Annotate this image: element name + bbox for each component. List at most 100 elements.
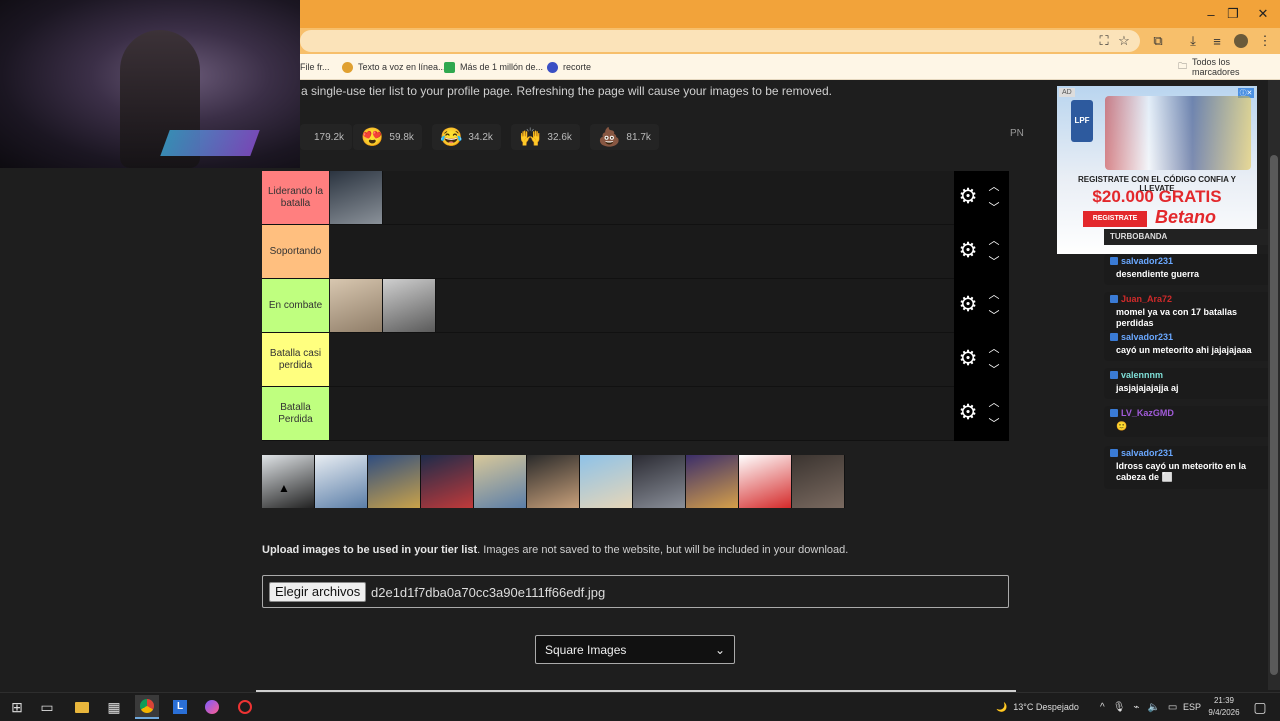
tier-label[interactable]: Batalla Perdida: [262, 387, 329, 440]
chevron-down-icon[interactable]: ﹀: [986, 309, 1002, 323]
badge-icon: [1110, 295, 1118, 303]
scrollbar-thumb[interactable]: [1270, 155, 1278, 675]
translate-icon[interactable]: ⛶: [1094, 31, 1114, 51]
menu-icon[interactable]: ⋮: [1255, 31, 1275, 51]
volume-icon[interactable]: 🔈: [1147, 702, 1159, 713]
pool-image[interactable]: [315, 455, 368, 508]
chevron-up-icon[interactable]: ︿: [986, 342, 1002, 356]
pool-image[interactable]: [739, 455, 792, 508]
image-shape-select[interactable]: Square Images ⌄: [535, 635, 735, 664]
gear-icon[interactable]: ⚙: [957, 294, 979, 316]
reaction-button[interactable]: 😍 59.8k: [353, 124, 422, 150]
chat-username[interactable]: salvador231: [1110, 448, 1270, 458]
pool-image[interactable]: [633, 455, 686, 508]
close-window-button[interactable]: ✕: [1240, 0, 1280, 28]
bookmark-item[interactable]: Texto a voz en línea...: [342, 58, 446, 76]
pool-image[interactable]: [421, 455, 474, 508]
recorder-icon[interactable]: [233, 695, 257, 719]
pool-image[interactable]: [527, 455, 580, 508]
pool-image[interactable]: [792, 455, 845, 508]
reaction-button[interactable]: 💩 81.7k: [590, 124, 659, 150]
network-icon[interactable]: ⌁: [1133, 702, 1139, 713]
tier-image[interactable]: [330, 279, 383, 332]
reaction-button[interactable]: 🙌 32.6k: [511, 124, 580, 150]
pn-label: PN: [1010, 128, 1024, 139]
bookmark-item[interactable]: File fr...: [300, 58, 330, 76]
tier-controls: ⚙ ︿ ﹀: [954, 387, 1009, 441]
ad-register-button[interactable]: REGISTRATE: [1083, 211, 1147, 227]
gear-icon[interactable]: ⚙: [957, 402, 979, 424]
messenger-icon[interactable]: [200, 695, 224, 719]
tier-items[interactable]: [330, 387, 954, 440]
tier-items[interactable]: [330, 333, 954, 386]
choose-files-button[interactable]: Elegir archivos: [269, 582, 367, 602]
chat-username[interactable]: LV_KazGMD: [1110, 408, 1270, 418]
file-explorer-icon[interactable]: [70, 695, 94, 719]
pool-image[interactable]: [368, 455, 421, 508]
bookmark-star-icon[interactable]: ☆: [1114, 31, 1134, 51]
clock[interactable]: 21:39 9/4/2026: [1204, 695, 1244, 719]
pool-image[interactable]: [474, 455, 527, 508]
address-bar[interactable]: [300, 30, 1140, 52]
gear-icon[interactable]: ⚙: [957, 240, 979, 262]
tier-image[interactable]: [330, 171, 383, 224]
gear-icon[interactable]: ⚙: [957, 186, 979, 208]
chrome-icon[interactable]: [135, 695, 159, 719]
tier-controls: ⚙ ︿ ﹀: [954, 333, 1009, 387]
tier-controls: ⚙ ︿ ﹀: [954, 171, 1009, 225]
weather-widget[interactable]: 🌙 13°C Despejado: [996, 693, 1079, 721]
bookmark-item[interactable]: Más de 1 millón de...: [444, 58, 543, 76]
bookmark-item[interactable]: recorte: [547, 58, 591, 76]
task-view-icon[interactable]: ▭: [35, 695, 59, 719]
system-tray[interactable]: ^ 🎙 ⌁ 🔈 ▭: [1100, 693, 1177, 721]
tier-items[interactable]: [330, 279, 954, 332]
language-indicator[interactable]: ESP: [1183, 693, 1201, 721]
profile-avatar[interactable]: [1231, 31, 1251, 51]
tier-image[interactable]: [383, 279, 436, 332]
chevron-down-icon[interactable]: ﹀: [986, 255, 1002, 269]
chevron-up-icon[interactable]: ︿: [986, 288, 1002, 302]
media-control-icon[interactable]: ≡: [1207, 31, 1227, 51]
notifications-icon[interactable]: ▢: [1248, 695, 1272, 719]
chat-username[interactable]: salvador231: [1110, 256, 1270, 266]
tier-label[interactable]: Soportando: [262, 225, 329, 278]
tier-row: Liderando la batalla ⚙ ︿ ﹀: [262, 171, 1009, 225]
mouse-cursor: ▲: [278, 481, 290, 495]
chevron-up-icon[interactable]: ︿: [986, 396, 1002, 410]
tier-row: Batalla Perdida ⚙ ︿ ﹀: [262, 387, 1009, 441]
tier-label[interactable]: Batalla casi perdida: [262, 333, 329, 386]
chat-username[interactable]: valennnm: [1110, 370, 1270, 380]
chat-username[interactable]: Juan_Ara72: [1110, 294, 1270, 304]
pool-image[interactable]: [580, 455, 633, 508]
lpf-logo: LPF: [1071, 100, 1093, 142]
reaction-button[interactable]: 179.2k: [300, 124, 353, 150]
mic-icon[interactable]: 🎙: [1113, 702, 1126, 713]
file-input[interactable]: Elegir archivos d2e1d1f7dba0a70cc3a90e11…: [262, 575, 1009, 608]
chat-text: 🙂: [1116, 421, 1128, 431]
chevron-down-icon[interactable]: ﹀: [986, 417, 1002, 431]
calculator-icon[interactable]: ▦: [102, 695, 126, 719]
chevron-down-icon[interactable]: ﹀: [986, 201, 1002, 215]
windows-start-icon[interactable]: ⊞: [5, 695, 29, 719]
chevron-down-icon[interactable]: ﹀: [986, 363, 1002, 377]
chevron-up-icon[interactable]: ︿: [986, 180, 1002, 194]
gear-icon[interactable]: ⚙: [957, 348, 979, 370]
tier-items[interactable]: [330, 225, 954, 278]
reaction-button[interactable]: 😂 34.2k: [432, 124, 501, 150]
bookmarks-folder[interactable]: 🗀 Todos los marcadores: [1178, 57, 1280, 77]
download-icon[interactable]: ⤓: [1183, 31, 1203, 51]
webcam-overlay: [0, 0, 300, 168]
tray-chevron-icon[interactable]: ^: [1100, 702, 1105, 713]
selected-file-name: d2e1d1f7dba0a70cc3a90e111ff66edf.jpg: [371, 585, 606, 600]
extensions-icon[interactable]: ⧉: [1148, 31, 1168, 51]
tier-items[interactable]: [330, 171, 954, 224]
tier-table: Liderando la batalla ⚙ ︿ ﹀ Soportando ⚙ ︿ ﹀ En c…: [262, 171, 1009, 441]
pool-image[interactable]: [686, 455, 739, 508]
chevron-up-icon[interactable]: ︿: [986, 234, 1002, 248]
battery-icon[interactable]: ▭: [1168, 702, 1177, 713]
chat-username[interactable]: salvador231: [1110, 332, 1270, 342]
tier-label[interactable]: En combate: [262, 279, 329, 332]
tier-controls: ⚙ ︿ ﹀: [954, 279, 1009, 333]
app-l-icon[interactable]: L: [168, 695, 192, 719]
tier-label[interactable]: Liderando la batalla: [262, 171, 329, 224]
